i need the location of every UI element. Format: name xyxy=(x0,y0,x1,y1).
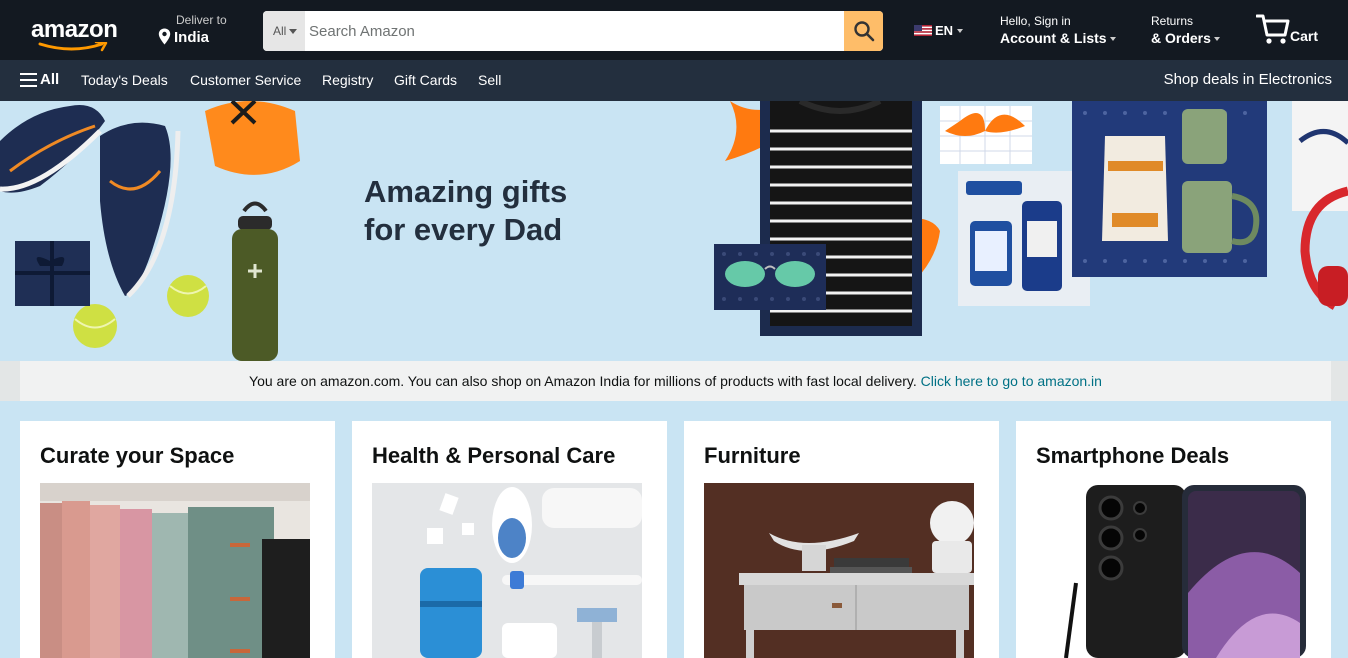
card-image-towels[interactable] xyxy=(40,483,310,658)
language-selector[interactable]: EN xyxy=(912,22,966,40)
card-image-furniture[interactable] xyxy=(704,483,974,658)
card-image-personal-care[interactable] xyxy=(372,483,642,658)
deliver-to[interactable]: Deliver to India xyxy=(158,12,250,48)
nav-link-todays-deals[interactable]: Today's Deals xyxy=(81,72,168,88)
card-curate-your-space[interactable]: Curate your Space xyxy=(20,421,335,658)
hamburger-icon xyxy=(20,73,37,87)
card-title: Furniture xyxy=(704,443,801,468)
search-icon xyxy=(854,21,875,42)
smile-arrow-icon xyxy=(38,42,108,52)
chevron-down-icon xyxy=(957,29,963,33)
deliver-location: India xyxy=(174,29,210,46)
hero-illustration xyxy=(0,101,1348,361)
card-title: Curate your Space xyxy=(40,443,235,468)
nav-link-sell[interactable]: Sell xyxy=(478,72,501,88)
account-lists[interactable]: Hello, Sign in Account & Lists xyxy=(999,13,1119,49)
card-furniture[interactable]: Furniture xyxy=(684,421,999,658)
card-image-smartphones[interactable] xyxy=(1036,483,1306,658)
card-title: Health & Personal Care xyxy=(372,443,616,468)
top-nav: amazon Deliver to India All Search Amazo… xyxy=(0,0,1348,60)
deliver-label: Deliver to xyxy=(176,13,227,27)
cart[interactable]: Cart xyxy=(1256,13,1328,49)
chevron-down-icon xyxy=(1109,37,1116,42)
hero-headline: Amazing gifts for every Dad xyxy=(364,174,568,247)
towels-image xyxy=(40,483,310,658)
search-category-select[interactable]: All xyxy=(263,11,305,51)
nav-link-customer-service[interactable]: Customer Service xyxy=(190,72,301,88)
hero-banner[interactable]: Amazing gifts for every Dad xyxy=(0,101,1348,361)
chevron-down-icon xyxy=(1213,37,1220,42)
search-bar: All xyxy=(263,11,883,51)
card-title: Smartphone Deals xyxy=(1036,443,1230,468)
card-smartphone-deals[interactable]: Smartphone Deals xyxy=(1016,421,1331,658)
location-pin-icon xyxy=(158,28,171,45)
personal-care-image xyxy=(372,483,642,658)
card-health-personal-care[interactable]: Health & Personal Care xyxy=(352,421,667,658)
locale-notice-text: You are on amazon.com. You can also shop… xyxy=(249,373,917,389)
us-flag-icon xyxy=(914,25,932,36)
returns-orders[interactable]: Returns & Orders xyxy=(1150,13,1230,49)
go-to-amazon-in-link[interactable]: Click here to go to amazon.in xyxy=(921,373,1102,389)
chevron-down-icon xyxy=(289,29,298,35)
nav-promo-electronics[interactable]: Shop deals in Electronics xyxy=(1164,71,1332,88)
cart-icon xyxy=(1256,14,1290,44)
locale-notice: You are on amazon.com. You can also shop… xyxy=(20,361,1331,401)
nav-link-gift-cards[interactable]: Gift Cards xyxy=(394,72,457,88)
search-button[interactable] xyxy=(844,11,883,51)
search-input[interactable] xyxy=(305,11,845,51)
furniture-image xyxy=(704,483,974,658)
smartphone-image xyxy=(1036,483,1306,658)
amazon-logo[interactable]: amazon xyxy=(26,12,126,52)
nav-link-registry[interactable]: Registry xyxy=(322,72,373,88)
sub-nav: All Today's Deals Customer Service Regis… xyxy=(0,60,1348,101)
